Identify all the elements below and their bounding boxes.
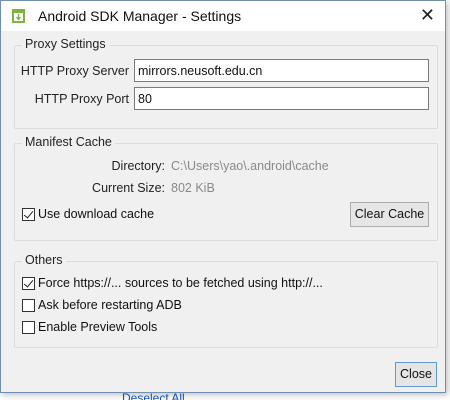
title-bar[interactable]: Android SDK Manager - Settings ✕ — [1, 1, 445, 31]
enable-preview-tools-label: Enable Preview Tools — [38, 320, 158, 334]
directory-value: C:\Users\yao\.android\cache — [171, 159, 329, 173]
use-download-cache-checkbox[interactable] — [22, 207, 35, 221]
http-proxy-server-label: HTTP Proxy Server — [20, 64, 129, 78]
manifest-cache-legend: Manifest Cache — [22, 135, 115, 149]
http-proxy-server-input[interactable] — [134, 59, 429, 82]
ask-restart-adb-checkbox[interactable] — [22, 298, 35, 312]
settings-dialog: Android SDK Manager - Settings ✕ Proxy S… — [0, 0, 446, 393]
deselect-all-link[interactable]: Deselect All — [122, 392, 185, 400]
use-download-cache-label: Use download cache — [38, 207, 155, 221]
current-size-value: 802 KiB — [171, 181, 215, 195]
directory-label: Directory: — [111, 159, 165, 173]
force-http-option[interactable]: Force https://... sources to be fetched … — [22, 275, 323, 291]
close-button[interactable]: Close — [395, 362, 437, 387]
close-icon[interactable]: ✕ — [420, 6, 435, 24]
enable-preview-tools-option[interactable]: Enable Preview Tools — [22, 319, 157, 335]
http-proxy-port-label: HTTP Proxy Port — [34, 92, 129, 106]
force-http-label: Force https://... sources to be fetched … — [38, 276, 323, 290]
proxy-settings-legend: Proxy Settings — [22, 37, 109, 51]
use-download-cache-option[interactable]: Use download cache — [22, 206, 154, 222]
ask-restart-adb-label: Ask before restarting ADB — [38, 298, 182, 312]
http-proxy-port-input[interactable] — [134, 87, 429, 110]
window-title: Android SDK Manager - Settings — [38, 8, 242, 24]
enable-preview-tools-checkbox[interactable] — [22, 320, 35, 334]
clear-cache-button[interactable]: Clear Cache — [350, 202, 429, 227]
ask-restart-adb-option[interactable]: Ask before restarting ADB — [22, 297, 182, 313]
current-size-label: Current Size: — [92, 181, 165, 195]
android-sdk-icon — [12, 9, 25, 23]
others-legend: Others — [22, 253, 66, 267]
force-http-checkbox[interactable] — [22, 276, 35, 290]
